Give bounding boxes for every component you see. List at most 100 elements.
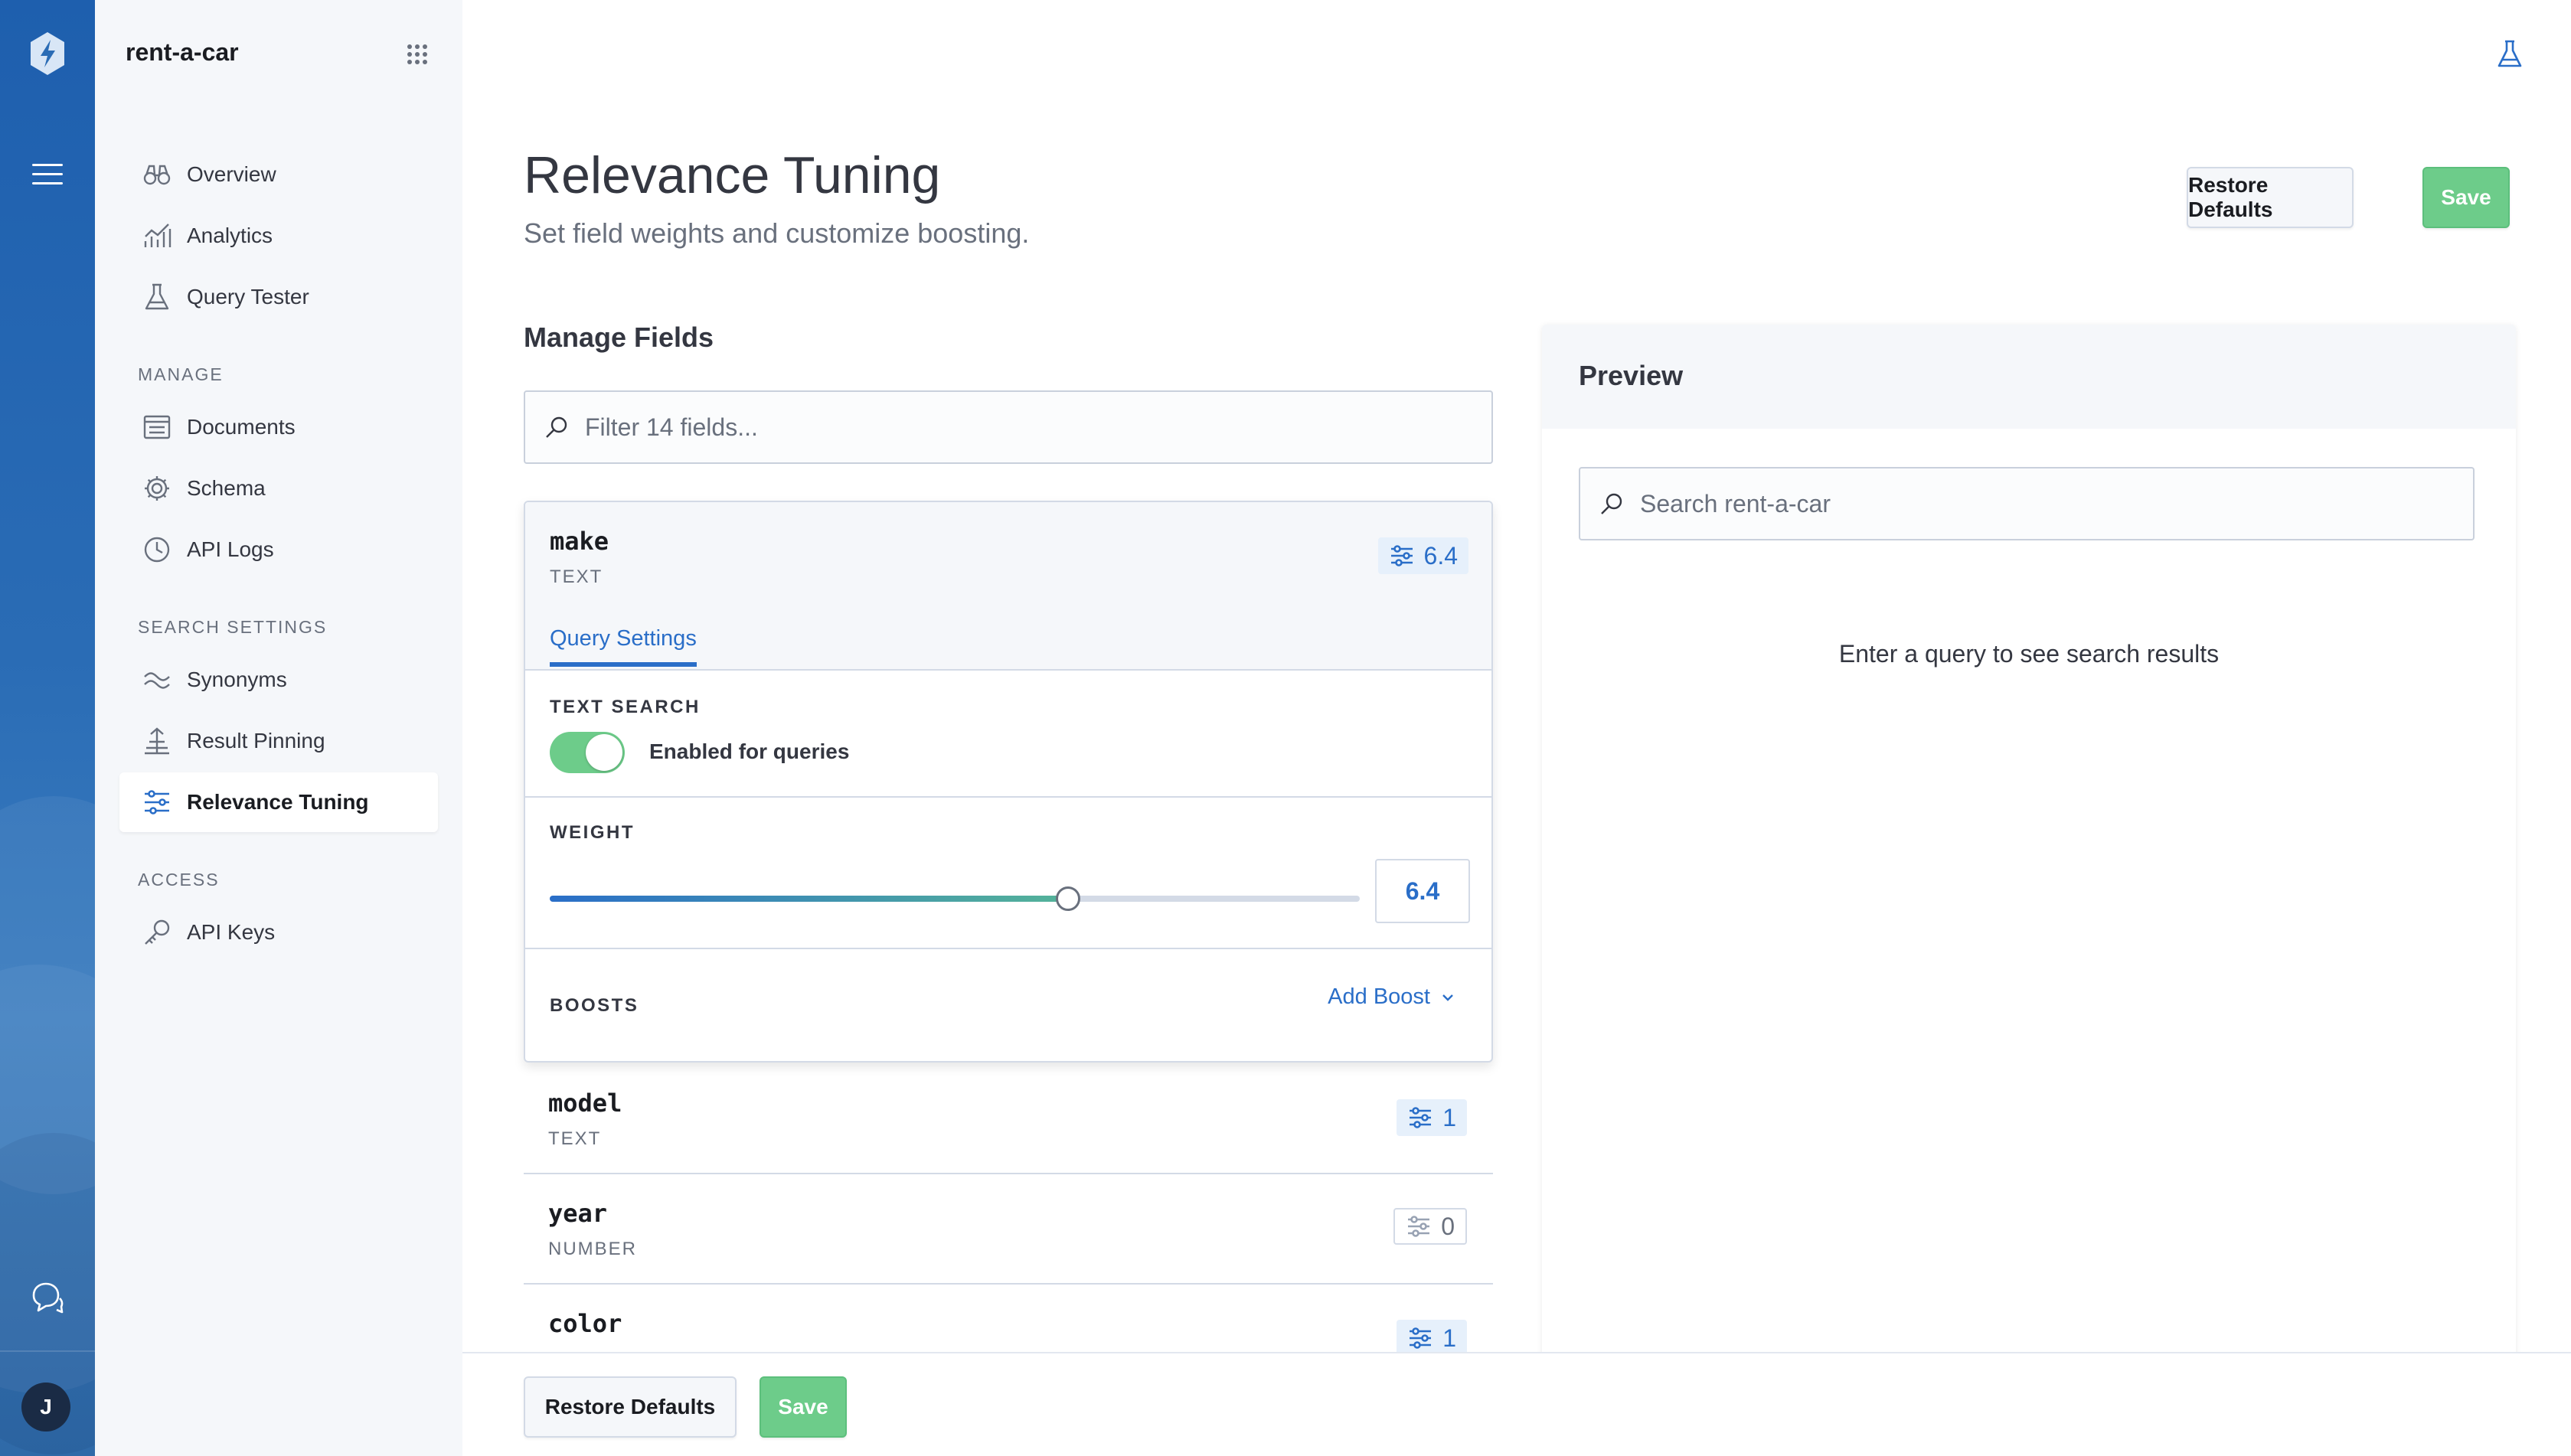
filter-placeholder: Filter 14 fields... — [585, 413, 758, 441]
divider — [525, 948, 1491, 949]
slider-fill — [550, 896, 1069, 902]
field-type: TEXT — [550, 566, 603, 587]
sliders-icon — [1410, 1107, 1432, 1128]
sidebar-item-label: Synonyms — [187, 668, 287, 691]
nav-section-search-settings: SEARCH SETTINGS — [138, 617, 328, 637]
preview-search-placeholder: Search rent-a-car — [1640, 489, 1831, 517]
weight-badge-value: 1 — [1442, 1103, 1456, 1131]
tab-query-settings[interactable]: Query Settings — [550, 626, 697, 667]
sidebar: rent-a-car Overview Analytics Query Test… — [95, 0, 462, 1456]
field-name: make — [550, 527, 609, 556]
app-rail: J — [0, 0, 95, 1456]
engine-name: rent-a-car — [126, 38, 239, 66]
add-boost-button[interactable]: Add Boost — [1328, 984, 1456, 1010]
key-icon — [145, 919, 170, 945]
main-content: Relevance Tuning Set field weights and c… — [462, 0, 2571, 1456]
field-name: model — [548, 1089, 622, 1118]
boosts-label: BOOSTS — [550, 995, 639, 1016]
sidebar-item-label: Query Tester — [187, 285, 309, 309]
sidebar-item-label: API Logs — [187, 537, 274, 561]
app-logo-icon[interactable] — [28, 31, 67, 77]
field-name: color — [548, 1309, 622, 1338]
add-boost-label: Add Boost — [1328, 984, 1430, 1009]
gear-icon — [145, 476, 169, 501]
sidebar-item-api-keys[interactable]: API Keys — [119, 903, 438, 962]
toggle-knob — [586, 734, 622, 771]
sidebar-item-label: Schema — [187, 476, 266, 500]
menu-icon[interactable] — [31, 159, 64, 190]
binoculars-icon — [143, 165, 171, 185]
sidebar-item-analytics[interactable]: Analytics — [119, 206, 438, 266]
page-title: Relevance Tuning — [524, 146, 941, 204]
nav-section-access: ACCESS — [138, 870, 220, 890]
field-row-model[interactable]: model TEXT 1 — [524, 1064, 1493, 1174]
sidebar-item-relevance-tuning[interactable]: Relevance Tuning — [119, 772, 438, 832]
field-type: NUMBER — [548, 1239, 638, 1259]
weight-input[interactable]: 6.4 — [1375, 859, 1470, 923]
save-button[interactable]: Save — [2422, 167, 2510, 228]
sliders-icon — [1410, 1327, 1432, 1349]
sliders-icon — [145, 790, 169, 815]
filter-fields-input[interactable]: Filter 14 fields... — [524, 390, 1493, 464]
preview-panel: Preview Search rent-a-car Enter a query … — [1542, 325, 2516, 1456]
text-search-toggle[interactable] — [550, 732, 625, 773]
field-row-year[interactable]: year NUMBER 0 — [524, 1174, 1493, 1285]
save-button[interactable]: Save — [760, 1376, 847, 1438]
flask-icon[interactable] — [2494, 38, 2525, 69]
manage-fields-title: Manage Fields — [524, 322, 714, 353]
restore-defaults-button[interactable]: Restore Defaults — [524, 1376, 737, 1438]
pin-icon — [145, 727, 169, 755]
toggle-label: Enabled for queries — [649, 739, 850, 763]
rail-divider — [0, 1350, 95, 1352]
chevron-down-icon — [1442, 994, 1453, 1001]
bottom-action-bar: Restore Defaults Save — [462, 1352, 2571, 1456]
sidebar-item-label: API Keys — [187, 920, 276, 944]
sidebar-item-result-pinning[interactable]: Result Pinning — [119, 711, 438, 771]
apps-grid-icon[interactable] — [406, 43, 429, 66]
flask-icon — [145, 283, 169, 310]
preview-title: Preview — [1579, 360, 1684, 391]
weight-badge[interactable]: 6.4 — [1377, 537, 1468, 574]
sidebar-item-schema[interactable]: Schema — [119, 459, 438, 518]
text-search-label: TEXT SEARCH — [550, 697, 701, 717]
weight-badge-value: 1 — [1442, 1324, 1456, 1352]
sidebar-item-label: Documents — [187, 415, 296, 439]
sliders-icon — [1408, 1216, 1430, 1237]
field-card-make: make TEXT 6.4 Query Settings TEXT SEARCH… — [524, 501, 1493, 1063]
field-type: TEXT — [548, 1128, 602, 1149]
page-subtitle: Set field weights and customize boosting… — [524, 217, 1030, 249]
weight-badge[interactable]: 1 — [1397, 1320, 1467, 1356]
sidebar-item-label: Result Pinning — [187, 729, 325, 752]
wave-icon — [144, 672, 170, 689]
preview-search-input[interactable]: Search rent-a-car — [1579, 467, 2475, 540]
preview-header: Preview — [1542, 325, 2516, 429]
sliders-icon — [1390, 545, 1413, 566]
weight-label: WEIGHT — [550, 822, 635, 843]
weight-slider[interactable] — [550, 883, 1360, 914]
sidebar-item-query-tester[interactable]: Query Tester — [119, 267, 438, 327]
slider-thumb[interactable] — [1056, 886, 1081, 911]
restore-defaults-button[interactable]: Restore Defaults — [2187, 167, 2354, 228]
avatar[interactable]: J — [21, 1383, 70, 1432]
search-icon — [1601, 493, 1622, 514]
sidebar-item-overview[interactable]: Overview — [119, 145, 438, 204]
sidebar-item-synonyms[interactable]: Synonyms — [119, 650, 438, 710]
sidebar-item-documents[interactable]: Documents — [119, 397, 438, 457]
chat-icon[interactable] — [29, 1280, 64, 1315]
weight-badge-value: 0 — [1441, 1212, 1455, 1240]
sidebar-item-label: Relevance Tuning — [187, 790, 369, 814]
chart-icon — [144, 224, 172, 247]
preview-empty-message: Enter a query to see search results — [1838, 640, 2220, 668]
divider — [525, 796, 1491, 798]
clock-icon — [144, 537, 170, 563]
nav-section-manage: MANAGE — [138, 364, 224, 384]
search-icon — [546, 416, 567, 438]
weight-badge[interactable]: 0 — [1393, 1208, 1467, 1245]
document-icon — [143, 415, 171, 439]
sidebar-item-label: Analytics — [187, 224, 273, 247]
field-name: year — [548, 1199, 608, 1228]
sidebar-item-api-logs[interactable]: API Logs — [119, 520, 438, 579]
field-card-header[interactable]: make TEXT 6.4 Query Settings — [525, 502, 1491, 671]
weight-badge[interactable]: 1 — [1397, 1099, 1467, 1136]
sidebar-item-label: Overview — [187, 162, 276, 186]
